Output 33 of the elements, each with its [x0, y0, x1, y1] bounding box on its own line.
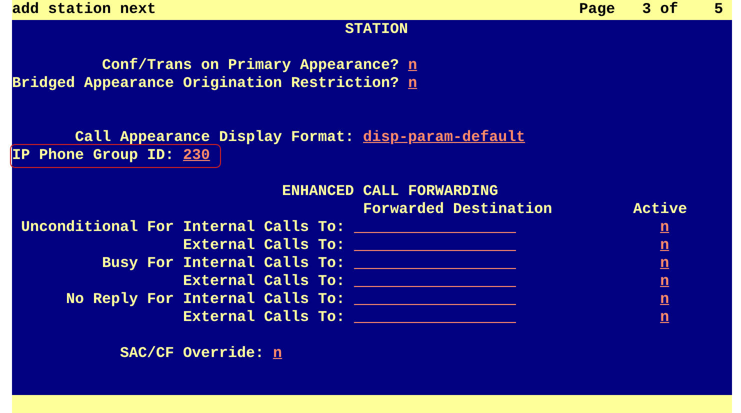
- field-value[interactable]: n: [408, 75, 418, 92]
- active-value[interactable]: n: [660, 237, 670, 255]
- column-header: Forwarded Destination: [363, 201, 554, 219]
- active-value[interactable]: n: [660, 219, 670, 237]
- field-label: Internal Calls To:: [183, 291, 346, 309]
- field-label: External Calls To:: [183, 273, 346, 291]
- field-label: IP Phone Group ID:: [12, 147, 174, 164]
- field-label: External Calls To:: [183, 309, 346, 327]
- active-value[interactable]: n: [660, 309, 670, 327]
- field-value[interactable]: n: [408, 57, 418, 74]
- active-value[interactable]: n: [660, 273, 670, 291]
- active-value[interactable]: n: [660, 291, 670, 309]
- field-value[interactable]: 230: [183, 147, 210, 164]
- form-title: STATION: [345, 21, 408, 39]
- field-value[interactable]: disp-param-default: [363, 129, 526, 146]
- field-label: Call Appearance Display Format:: [75, 129, 354, 146]
- field-label: SAC/CF Override:: [120, 345, 264, 363]
- field-label: Conf/Trans on Primary Appearance?: [102, 57, 400, 74]
- command-text: add station next: [12, 1, 158, 19]
- field-label: Internal Calls To:: [183, 219, 346, 237]
- page-total: 5: [714, 1, 724, 19]
- field-label: Bridged Appearance Origination Restriction?: [12, 75, 400, 92]
- condition-label: Unconditional For: [20, 219, 176, 236]
- condition-label: No Reply For: [66, 291, 176, 308]
- page-number: 3 of: [642, 1, 680, 19]
- field-label: Internal Calls To:: [183, 255, 346, 273]
- active-value[interactable]: n: [660, 255, 670, 273]
- section-title: ENHANCED CALL FORWARDING: [282, 183, 498, 201]
- field-label: External Calls To:: [183, 237, 346, 255]
- field-value[interactable]: n: [273, 345, 282, 363]
- page-label: Page: [579, 1, 616, 19]
- condition-label: Busy For: [102, 255, 176, 272]
- column-header: Active: [633, 201, 688, 219]
